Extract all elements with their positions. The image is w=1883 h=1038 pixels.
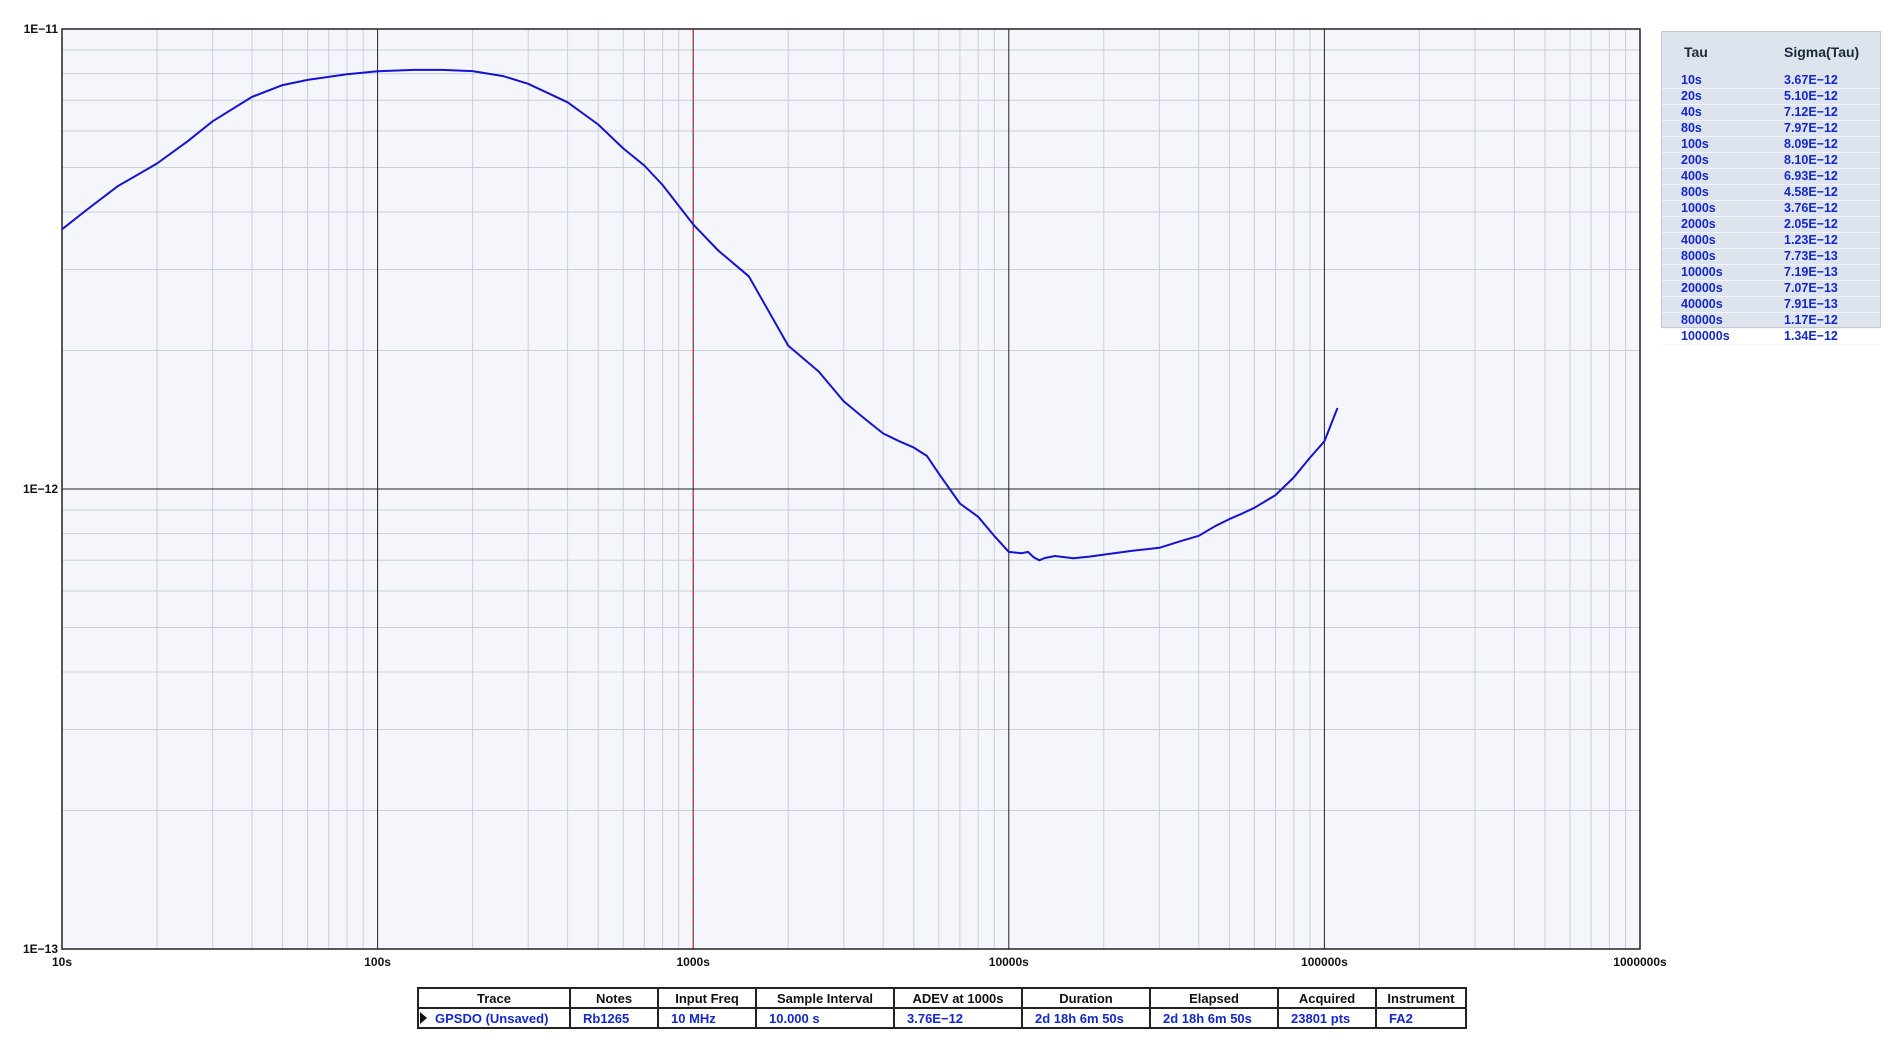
sigma-value: 7.91E−13 xyxy=(1784,297,1838,311)
tau-value: 40000s xyxy=(1681,297,1723,311)
y-tick-label: 1E−13 xyxy=(23,942,58,956)
acquired-value: 23801 pts xyxy=(1277,1007,1377,1029)
instrument-header: Instrument xyxy=(1375,987,1467,1009)
tau-value: 1000s xyxy=(1681,201,1716,215)
tau-row: 1000s 3.76E−12 xyxy=(1662,201,1880,217)
y-tick-label: 1E−12 xyxy=(23,482,58,496)
x-tick-label: 1000000s xyxy=(1613,955,1667,969)
sigma-value: 7.12E−12 xyxy=(1784,105,1838,119)
tau-row: 4000s 1.23E−12 xyxy=(1662,233,1880,249)
sigma-value: 7.19E−13 xyxy=(1784,265,1838,279)
sigma-column-header: Sigma(Tau) xyxy=(1784,44,1860,60)
tau-row: 10000s 7.19E−13 xyxy=(1662,265,1880,281)
x-tick-label: 1000s xyxy=(677,955,711,969)
trace-value: GPSDO (Unsaved) xyxy=(435,1010,549,1026)
adev-chart: 10s 100s 1000s 10000s 100000s 1000000s 1E−11 1E… xyxy=(23,22,1667,969)
duration-header: Duration xyxy=(1021,987,1151,1009)
sigma-value: 8.10E−12 xyxy=(1784,153,1838,167)
notes-value: Rb1265 xyxy=(569,1007,659,1029)
tau-row: 8000s 7.73E−13 xyxy=(1662,249,1880,265)
sigma-value: 5.10E−12 xyxy=(1784,89,1838,103)
sigma-value: 2.05E−12 xyxy=(1784,217,1838,231)
tau-row: 80000s 1.17E−12 xyxy=(1662,313,1880,329)
input-freq-header: Input Freq xyxy=(657,987,757,1009)
y-tick-label: 1E−11 xyxy=(24,22,59,36)
adev-header: ADEV at 1000s xyxy=(893,987,1023,1009)
sigma-value: 4.58E−12 xyxy=(1784,185,1838,199)
tau-column-header: Tau xyxy=(1684,44,1708,60)
sigma-value: 1.34E−12 xyxy=(1784,329,1838,343)
tau-row: 200s 8.10E−12 xyxy=(1662,153,1880,169)
tau-value: 100000s xyxy=(1681,329,1730,343)
x-tick-label: 100s xyxy=(364,955,391,969)
tau-row: 20s 5.10E−12 xyxy=(1662,89,1880,105)
tau-row: 20000s 7.07E−13 xyxy=(1662,281,1880,297)
instrument-value: FA2 xyxy=(1375,1007,1467,1029)
tau-value: 800s xyxy=(1681,185,1709,199)
tau-row: 40s 7.12E−12 xyxy=(1662,105,1880,121)
tau-value: 8000s xyxy=(1681,249,1716,263)
tau-value: 4000s xyxy=(1681,233,1716,247)
sigma-value: 7.97E−12 xyxy=(1784,121,1838,135)
info-header-row: Trace Notes Input Freq Sample Interval A… xyxy=(417,987,1467,1009)
sigma-value: 7.07E−13 xyxy=(1784,281,1838,295)
tau-sigma-header: Tau Sigma(Tau) xyxy=(1662,44,1880,64)
trace-cell[interactable]: GPSDO (Unsaved) xyxy=(417,1007,571,1029)
x-tick-label: 10000s xyxy=(989,955,1029,969)
tau-value: 400s xyxy=(1681,169,1709,183)
tau-row: 400s 6.93E−12 xyxy=(1662,169,1880,185)
x-tick-label: 100000s xyxy=(1301,955,1348,969)
tau-row: 80s 7.97E−12 xyxy=(1662,121,1880,137)
tau-sigma-rows: 10s 3.67E−12 20s 5.10E−12 40s 7.12E−12 80s 7.97… xyxy=(1662,73,1880,345)
tau-row: 10s 3.67E−12 xyxy=(1662,73,1880,89)
sigma-value: 1.23E−12 xyxy=(1784,233,1838,247)
tau-row: 100000s 1.34E−12 xyxy=(1662,329,1880,345)
adev-value: 3.76E−12 xyxy=(893,1007,1023,1029)
tau-row: 800s 4.58E−12 xyxy=(1662,185,1880,201)
sigma-value: 6.93E−12 xyxy=(1784,169,1838,183)
tau-value: 20000s xyxy=(1681,281,1723,295)
tau-value: 80s xyxy=(1681,121,1702,135)
sigma-value: 3.76E−12 xyxy=(1784,201,1838,215)
tau-value: 20s xyxy=(1681,89,1702,103)
plot-area[interactable]: 10s 100s 1000s 10000s 100000s 1000000s 1E−11 1E… xyxy=(23,22,1667,969)
row-marker-icon xyxy=(420,1012,427,1024)
tau-value: 200s xyxy=(1681,153,1709,167)
sample-interval-header: Sample Interval xyxy=(755,987,895,1009)
sample-interval-value: 10.000 s xyxy=(755,1007,895,1029)
tau-row: 2000s 2.05E−12 xyxy=(1662,217,1880,233)
tau-value: 2000s xyxy=(1681,217,1716,231)
duration-value: 2d 18h 6m 50s xyxy=(1021,1007,1151,1029)
tau-value: 100s xyxy=(1681,137,1709,151)
x-tick-label: 10s xyxy=(52,955,72,969)
trace-header: Trace xyxy=(417,987,571,1009)
sigma-value: 7.73E−13 xyxy=(1784,249,1838,263)
elapsed-header: Elapsed xyxy=(1149,987,1279,1009)
sigma-value: 3.67E−12 xyxy=(1784,73,1838,87)
tau-row: 100s 8.09E−12 xyxy=(1662,137,1880,153)
elapsed-value: 2d 18h 6m 50s xyxy=(1149,1007,1279,1029)
tau-sigma-panel: Tau Sigma(Tau) 10s 3.67E−12 20s 5.10E−12 40s… xyxy=(1661,31,1881,345)
trace-row[interactable]: GPSDO (Unsaved) Rb1265 10 MHz 10.000 s 3… xyxy=(417,1007,1467,1029)
tau-value: 10000s xyxy=(1681,265,1723,279)
input-freq-value: 10 MHz xyxy=(657,1007,757,1029)
acquired-header: Acquired xyxy=(1277,987,1377,1009)
sigma-value: 1.17E−12 xyxy=(1784,313,1838,327)
sigma-value: 8.09E−12 xyxy=(1784,137,1838,151)
trace-info-table: Trace Notes Input Freq Sample Interval A… xyxy=(417,987,1467,1029)
tau-value: 10s xyxy=(1681,73,1702,87)
tau-row: 40000s 7.91E−13 xyxy=(1662,297,1880,313)
tau-value: 80000s xyxy=(1681,313,1723,327)
tau-value: 40s xyxy=(1681,105,1702,119)
notes-header: Notes xyxy=(569,987,659,1009)
